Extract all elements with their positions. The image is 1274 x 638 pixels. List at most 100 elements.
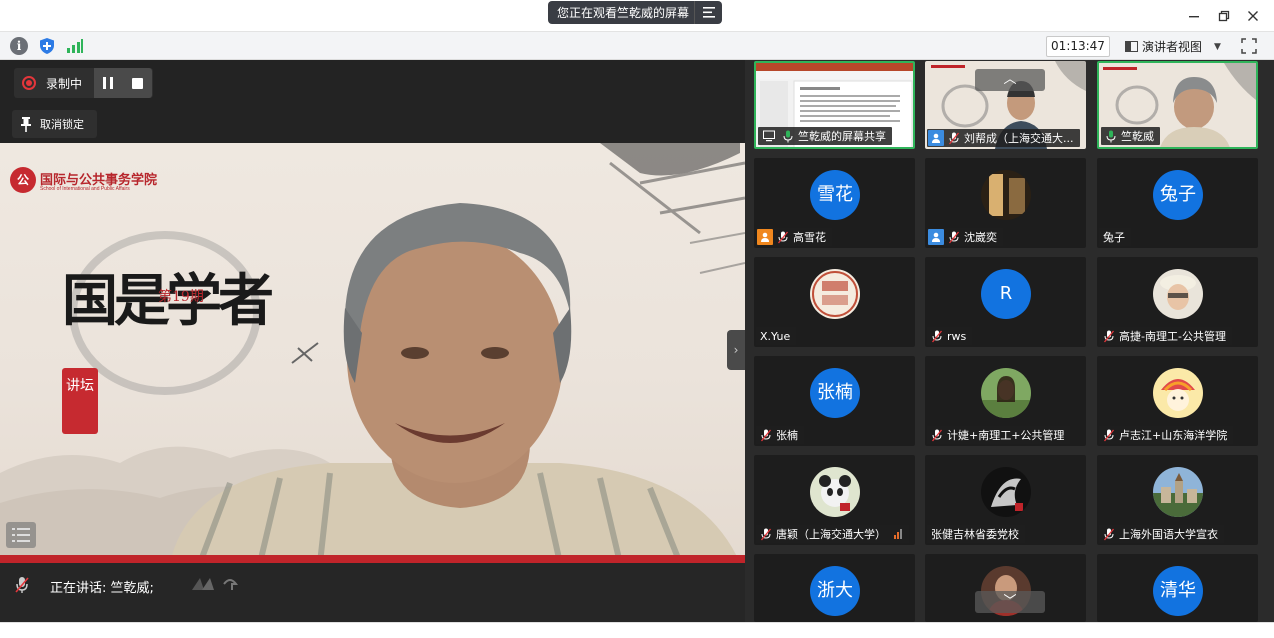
microphone-muted-icon bbox=[931, 330, 943, 343]
participant-name-label: 张楠 bbox=[756, 426, 804, 444]
avatar: 浙大 bbox=[810, 566, 860, 616]
participant-tile[interactable]: 张健吉林省委党校 bbox=[925, 455, 1086, 545]
close-icon[interactable] bbox=[1242, 6, 1264, 26]
restore-icon[interactable] bbox=[1213, 6, 1235, 26]
network-signal-icon[interactable] bbox=[66, 37, 84, 55]
participant-name-label: 高雪花 bbox=[756, 228, 832, 246]
microphone-icon bbox=[783, 130, 793, 143]
participant-name-label: 计婕+南理工+公共管理 bbox=[927, 426, 1071, 444]
participant-name: 张健吉林省委党校 bbox=[931, 528, 1019, 541]
pause-recording-icon[interactable] bbox=[103, 77, 114, 89]
avatar: 雪花 bbox=[810, 170, 860, 220]
microphone-icon bbox=[14, 576, 30, 594]
avatar bbox=[981, 467, 1031, 517]
host-badge-icon bbox=[928, 130, 944, 146]
participant-name: 竺乾威 bbox=[1121, 130, 1154, 143]
unpin-button[interactable]: 取消锁定 bbox=[12, 110, 97, 138]
participant-name: rws bbox=[947, 329, 967, 343]
participant-name-label: 卢志江+山东海洋学院 bbox=[1099, 426, 1234, 444]
participant-tile[interactable]: 雪花 高雪花 bbox=[754, 158, 915, 248]
participant-name-label: 上海外国语大学宣衣 bbox=[1099, 525, 1224, 543]
avatar bbox=[1153, 467, 1203, 517]
stop-recording-icon[interactable] bbox=[131, 77, 143, 89]
participant-tile[interactable]: 浙大 bbox=[754, 554, 915, 622]
participant-tile[interactable]: R rws bbox=[925, 257, 1086, 347]
microphone-muted-icon bbox=[931, 429, 943, 442]
participant-tile[interactable]: 沈崴奕 bbox=[925, 158, 1086, 248]
participant-name: 卢志江+山东海洋学院 bbox=[1119, 429, 1228, 442]
info-icon[interactable]: i bbox=[10, 37, 28, 55]
screen-share-icon bbox=[763, 130, 775, 143]
view-mode-dropdown[interactable]: 演讲者视图 ▼ bbox=[1121, 36, 1229, 57]
participant-name-label: 兔子 bbox=[1099, 228, 1131, 246]
fullscreen-icon[interactable] bbox=[1241, 38, 1257, 54]
participant-tile[interactable]: 唐颖（上海交通大学） bbox=[754, 455, 915, 545]
school-logo: 公 bbox=[10, 167, 36, 193]
participant-tile[interactable]: 兔子 兔子 bbox=[1097, 158, 1258, 248]
recording-label: 录制中 bbox=[46, 76, 83, 91]
participant-name: 唐颖（上海交通大学） bbox=[776, 528, 886, 541]
collapse-gallery-button[interactable]: › bbox=[727, 330, 745, 370]
chevron-up-icon: ︿ bbox=[1003, 72, 1017, 87]
view-mode-label: 演讲者视图 bbox=[1142, 40, 1203, 54]
meeting-toolbar: i 01:13:47 演讲者视图 ▼ bbox=[0, 31, 1274, 60]
participant-name-label: 张健吉林省委党校 bbox=[927, 525, 1025, 543]
participant-tile[interactable]: 竺乾威 bbox=[1097, 61, 1258, 149]
avatar: 张楠 bbox=[810, 368, 860, 418]
chevron-down-icon: ﹀ bbox=[1003, 594, 1017, 609]
avatar bbox=[981, 170, 1031, 220]
participant-name: X.Yue bbox=[760, 329, 791, 343]
participant-tile[interactable]: 上海外国语大学宣衣 bbox=[1097, 455, 1258, 545]
microphone-muted-icon bbox=[948, 231, 960, 244]
avatar: 兔子 bbox=[1153, 170, 1203, 220]
participant-tile[interactable]: 计婕+南理工+公共管理 bbox=[925, 356, 1086, 446]
avatar bbox=[810, 269, 860, 319]
microphone-muted-icon bbox=[777, 231, 789, 244]
share-notice-text: 您正在观看竺乾威的屏幕 bbox=[557, 6, 690, 20]
participant-name: 刘帮成（上海交通大... bbox=[964, 132, 1074, 145]
participant-name: 高捷-南理工-公共管理 bbox=[1119, 330, 1226, 343]
participant-gallery: 竺乾威的屏幕共享 ︿ 刘帮成（上海交通大... 竺乾威 雪花 高雪花 沈崴奕 兔… bbox=[745, 60, 1274, 622]
shield-icon[interactable] bbox=[38, 37, 56, 55]
chevron-right-icon: › bbox=[733, 343, 739, 357]
recording-controls-area: 录制中 取消锁定 bbox=[0, 60, 745, 143]
recording-controls bbox=[94, 68, 152, 98]
participant-tile[interactable]: 高捷-南理工-公共管理 bbox=[1097, 257, 1258, 347]
participant-tile[interactable]: 竺乾威的屏幕共享 bbox=[754, 61, 915, 149]
participant-name-label: 刘帮成（上海交通大... bbox=[927, 129, 1080, 147]
participant-name: 竺乾威的屏幕共享 bbox=[798, 130, 886, 143]
participant-name: 兔子 bbox=[1103, 231, 1125, 244]
microphone-muted-icon bbox=[1103, 330, 1115, 343]
share-menu-icon[interactable] bbox=[694, 1, 722, 24]
microphone-icon bbox=[1106, 130, 1116, 143]
avatar bbox=[1153, 368, 1203, 418]
avatar bbox=[810, 467, 860, 517]
pin-icon bbox=[20, 116, 32, 132]
scroll-down-button[interactable]: ﹀ bbox=[975, 591, 1045, 613]
speaker-video: 公 国际与公共事务学院 School of International and … bbox=[0, 143, 745, 563]
speaker-video-scene bbox=[0, 143, 745, 563]
participant-tile[interactable]: X.Yue bbox=[754, 257, 915, 347]
microphone-muted-icon bbox=[948, 132, 960, 145]
participant-tile[interactable]: 卢志江+山东海洋学院 bbox=[1097, 356, 1258, 446]
participant-name: 高雪花 bbox=[793, 231, 826, 244]
participant-tile[interactable]: 清华 bbox=[1097, 554, 1258, 622]
minimize-icon[interactable] bbox=[1183, 6, 1205, 26]
meeting-timer: 01:13:47 bbox=[1046, 36, 1110, 57]
participant-name: 张楠 bbox=[776, 429, 798, 442]
window-bottom-edge bbox=[0, 622, 1274, 638]
screen-share-notice[interactable]: 您正在观看竺乾威的屏幕 bbox=[548, 1, 722, 24]
participant-name-label: 沈崴奕 bbox=[927, 228, 1003, 246]
participant-list-icon[interactable] bbox=[6, 522, 36, 548]
scroll-up-button[interactable]: ︿ bbox=[975, 69, 1045, 91]
speaker-view-icon bbox=[1125, 41, 1138, 52]
reaction-icons bbox=[190, 574, 240, 594]
avatar bbox=[1153, 269, 1203, 319]
participant-tile[interactable]: ︿ 刘帮成（上海交通大... bbox=[925, 61, 1086, 149]
main-video-panel: 录制中 取消锁定 公 国际与公共事务学院 School of Internati… bbox=[0, 60, 745, 622]
school-name-en: School of International and Public Affai… bbox=[40, 186, 130, 192]
participant-tile[interactable]: 张楠 张楠 bbox=[754, 356, 915, 446]
chevron-down-icon: ▼ bbox=[1214, 41, 1221, 52]
avatar: R bbox=[981, 269, 1031, 319]
participant-name-label: 竺乾威的屏幕共享 bbox=[758, 127, 892, 145]
